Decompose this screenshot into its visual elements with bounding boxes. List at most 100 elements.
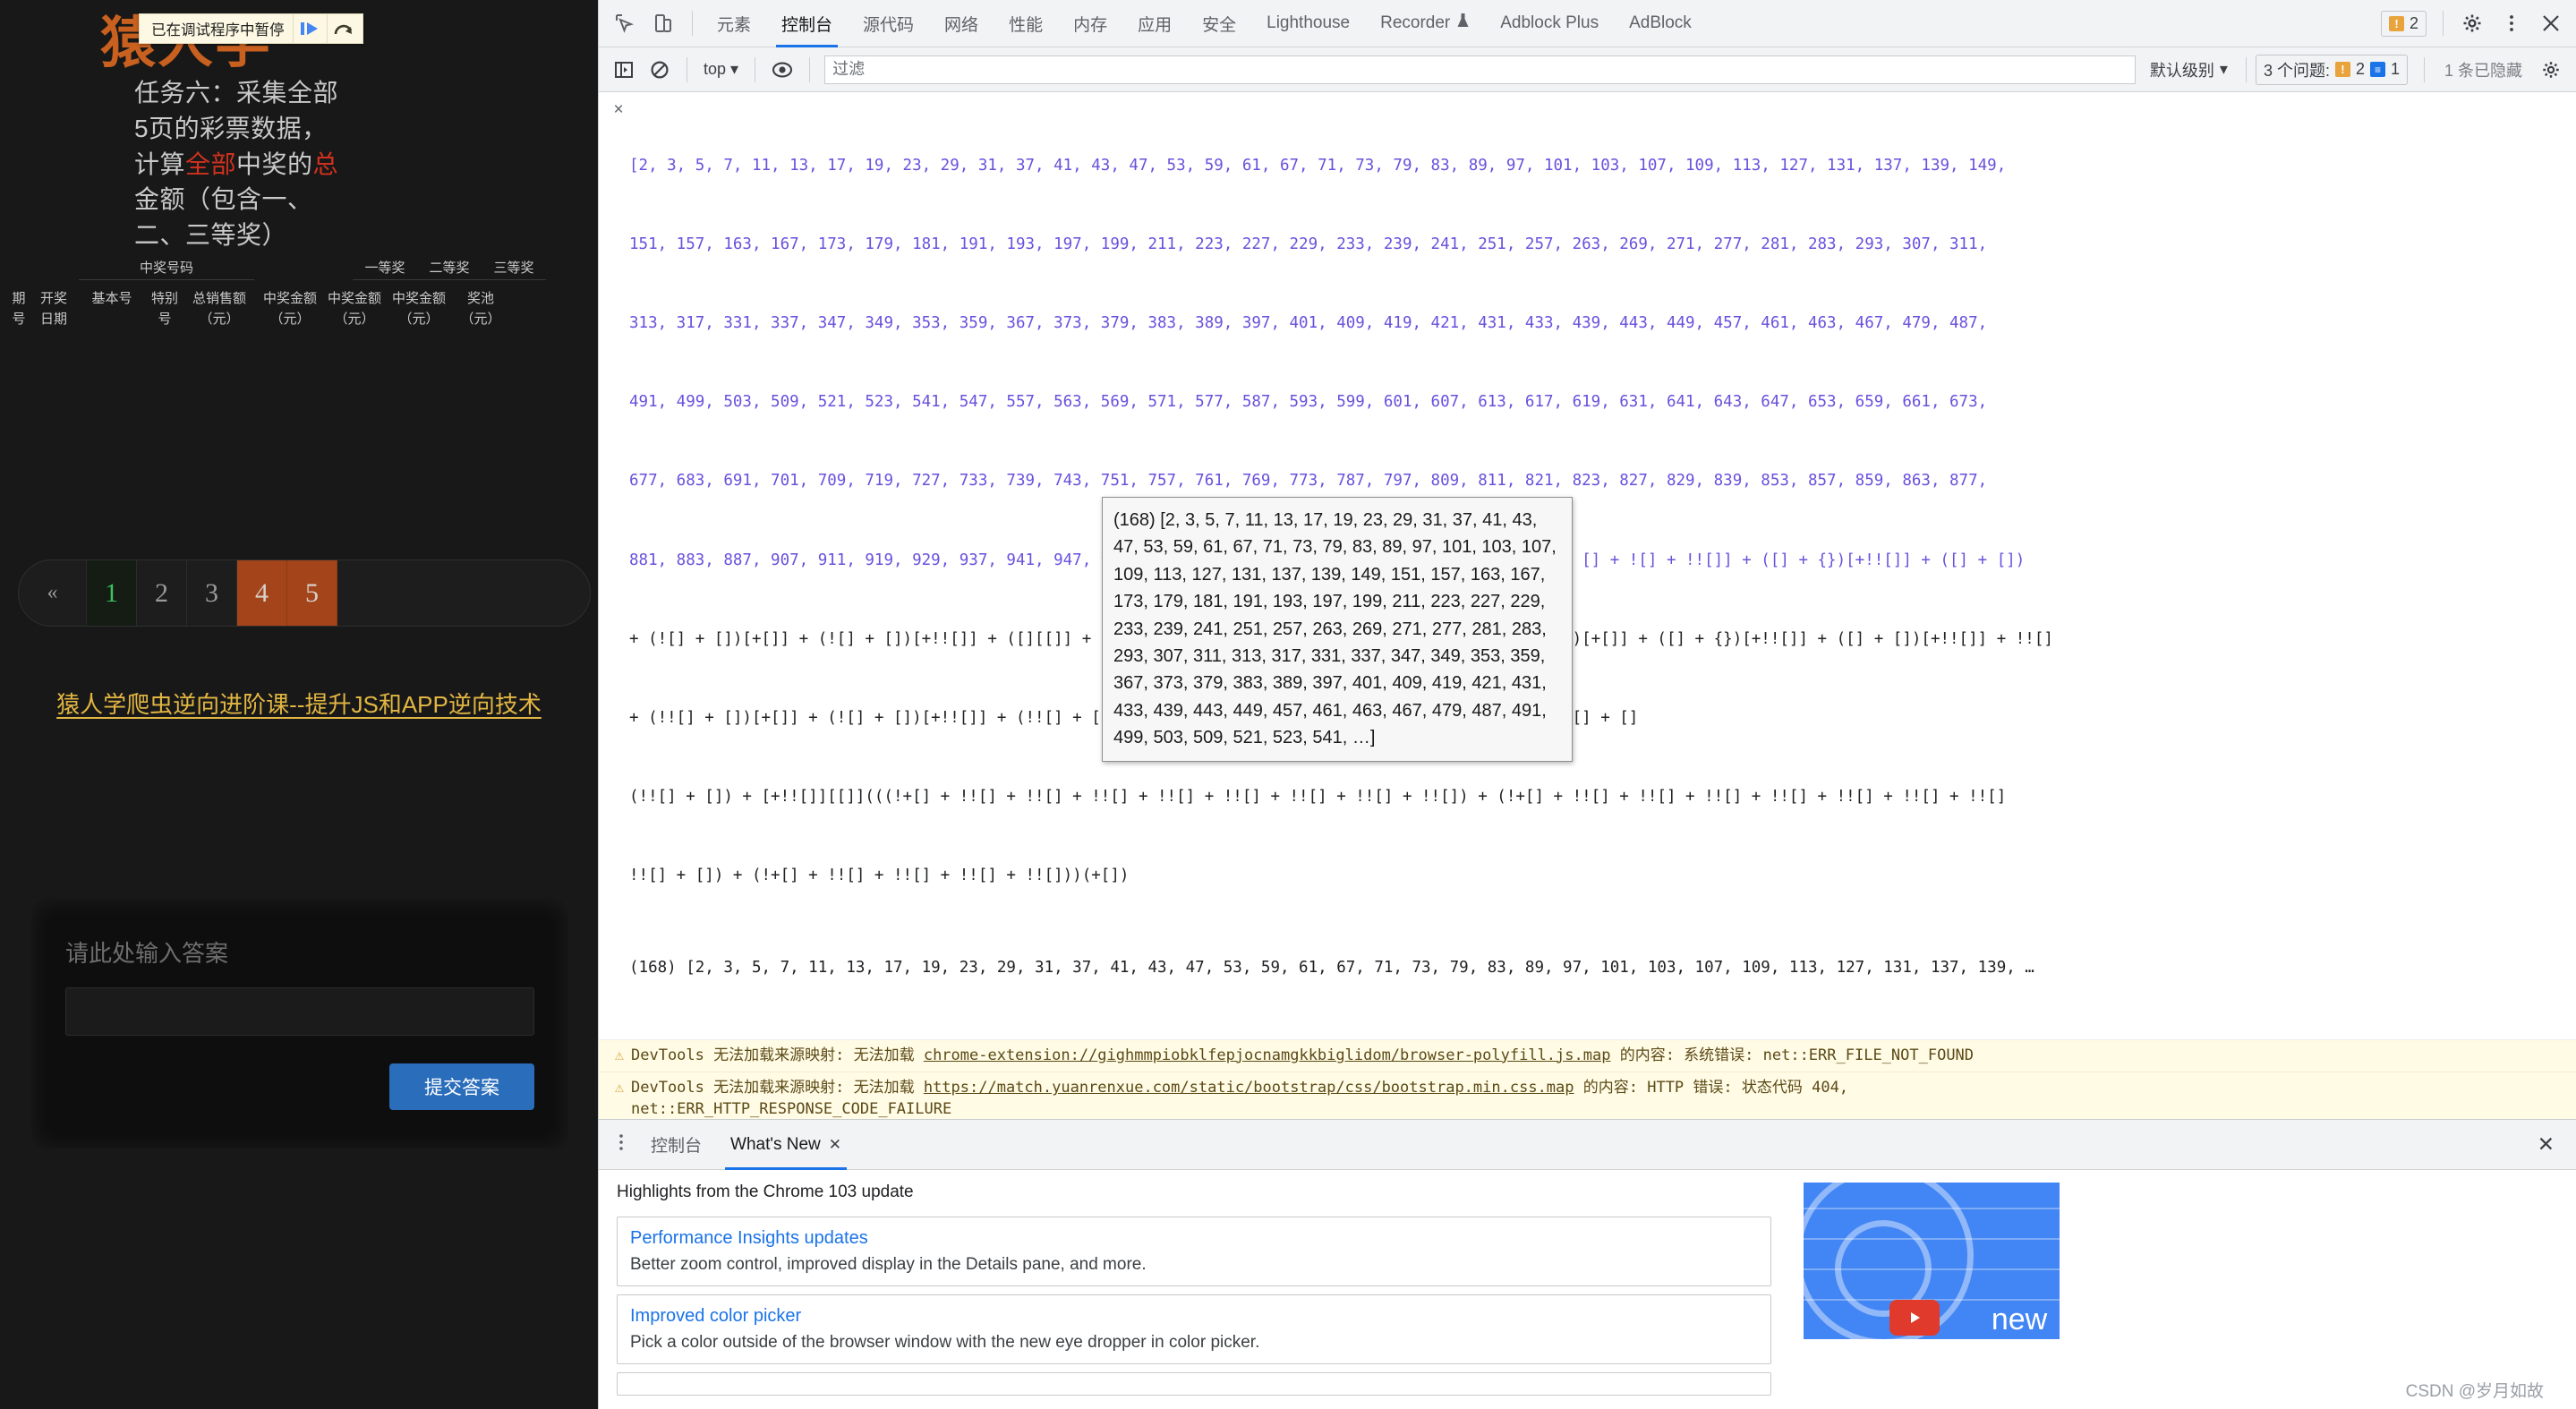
task-line-4: 金额（包含一、 [134,185,313,213]
whats-new-card[interactable] [617,1372,1771,1396]
pagination-page-1[interactable]: 1 [87,559,137,627]
tab-lighthouse[interactable]: Lighthouse [1251,0,1365,47]
whats-new-list: Highlights from the Chrome 103 update Pe… [617,1183,1771,1409]
issues-counter-button[interactable]: ! 2 [2381,11,2427,37]
col-group-third-prize: 三等奖 [482,258,546,280]
lottery-table-header: 中奖号码 一等奖 二等奖 三等奖 期号 开奖日期 基本号 特别号 总销售额（元）… [0,257,598,329]
tab-adblock-plus[interactable]: Adblock Plus [1485,0,1614,47]
course-promo-link[interactable]: 猿人学爬虫逆向进阶课--提升JS和APP逆向技术 [25,687,573,722]
tab-security[interactable]: 安全 [1187,0,1251,47]
tab-performance[interactable]: 性能 [994,0,1058,47]
tab-sources[interactable]: 源代码 [848,0,929,47]
whats-new-heading: Highlights from the Chrome 103 update [617,1183,1771,1202]
pagination-page-4[interactable]: 4 [237,559,287,627]
pagination: « 1 2 3 4 5 [18,559,591,627]
tab-recorder-label: Recorder [1380,13,1450,33]
hidden-messages-note: 1 条已隐藏 [2434,58,2533,81]
col-special-number: 特别号 [149,289,181,329]
console-filter-input[interactable] [824,56,2136,84]
submit-answer-button[interactable]: 提交答案 [389,1063,534,1110]
pagination-page-5[interactable]: 5 [287,559,337,627]
whats-new-video-label: new [1992,1302,2047,1337]
col-group-second-prize: 二等奖 [417,258,482,280]
kebab-menu-icon[interactable] [606,1132,636,1157]
task-line-2: 5页的彩票数据， [134,115,328,142]
expr-line: (!![] + []) + [+!![]][[]](((!+[] + !![] … [629,784,2053,810]
whats-new-card[interactable]: Performance Insights updates Better zoom… [617,1217,1771,1286]
answer-input[interactable] [65,987,534,1036]
kebab-menu-icon[interactable] [2492,4,2531,43]
devtools-tab-list: 元素 控制台 源代码 网络 性能 内存 应用 安全 Lighthouse Rec… [702,0,1707,47]
whats-new-card-desc: Better zoom control, improved display in… [630,1255,1758,1275]
live-expression-icon[interactable] [764,52,800,88]
answer-prompt-label: 请此处输入答案 [65,935,228,969]
col-total-sales: 总销售额（元） [181,289,258,329]
console-result-line: (168) [2, 3, 5, 7, 11, 13, 17, 19, 23, 2… [629,955,2053,981]
col-prize2-amount: 中奖金额（元） [322,289,387,329]
device-toolbar-icon[interactable] [644,4,683,43]
array-value-tooltip: (168) [2, 3, 5, 7, 11, 13, 17, 19, 23, 2… [1102,497,1573,762]
col-prize1-amount: 中奖金额（元） [258,289,322,329]
filter-divider-4 [2246,57,2247,82]
task-line-3a: 计算 [134,150,185,178]
log-level-value: 默认级别 [2150,58,2214,81]
task-line-1: 任务六：采集全部 [134,79,338,107]
console-warning-row[interactable]: ⚠ DevTools 无法加载来源映射: 无法加载 https://match.… [599,1072,2576,1119]
task-highlight-total: 总 [313,150,339,178]
resume-script-icon[interactable] [293,14,327,43]
tab-elements[interactable]: 元素 [702,0,766,47]
warning-icon: ! [2389,16,2404,31]
whats-new-video-thumbnail[interactable]: new [1804,1183,2060,1339]
drawer-tab-console[interactable]: 控制台 [636,1120,716,1170]
step-over-icon[interactable] [327,14,361,43]
console-output[interactable]: × [2, 3, 5, 7, 11, 13, 17, 19, 23, 29, 3… [599,92,2576,1119]
watermark: CSDN @岁月如故 [2406,1378,2544,1402]
console-sidebar-icon[interactable] [606,52,642,88]
whats-new-card-title[interactable]: Improved color picker [630,1306,1758,1327]
task-line-5: 二、三等奖） [134,221,287,249]
gear-icon[interactable] [2533,52,2569,88]
tab-application[interactable]: 应用 [1122,0,1187,47]
pagination-page-3[interactable]: 3 [187,559,237,627]
col-basic-numbers: 基本号 [75,289,149,329]
drawer-tab-bar: 控制台 What's New ✕ ✕ [599,1120,2576,1170]
whats-new-card-title[interactable]: Performance Insights updates [630,1228,1758,1249]
array-line: 313, 317, 331, 337, 347, 349, 353, 359, … [629,311,2053,337]
array-line: 677, 683, 691, 701, 709, 719, 727, 733, … [629,468,2053,494]
drawer-tab-whats-new[interactable]: What's New ✕ [716,1120,856,1170]
warning-url[interactable]: https://match.yuanrenxue.com/static/boot… [924,1079,1574,1097]
log-level-select[interactable]: 默认级别 ▾ [2141,58,2237,81]
col-issue-no: 期号 [5,289,32,329]
inspect-element-icon[interactable] [604,4,644,43]
clear-console-icon[interactable] [642,52,678,88]
gear-icon[interactable] [2452,4,2492,43]
tab-console[interactable]: 控制台 [766,0,848,47]
col-prize-pool: 奖池（元） [451,289,510,329]
issues-count-label: 2 [2410,14,2418,33]
pagination-prev[interactable]: « [19,559,87,627]
col-group-winning-numbers: 中奖号码 [79,258,254,280]
close-icon[interactable]: × [608,100,629,1034]
tab-recorder[interactable]: Recorder [1365,0,1485,47]
tab-memory[interactable]: 内存 [1058,0,1122,47]
issues-info-count: 1 [2391,60,2400,79]
close-icon[interactable]: ✕ [829,1136,841,1154]
warning-url[interactable]: chrome-extension://gighmmpiobklfepjocnam… [924,1046,1611,1064]
console-warning-row[interactable]: ⚠ DevTools 无法加载来源映射: 无法加载 chrome-extensi… [599,1040,2576,1072]
pagination-page-2[interactable]: 2 [137,559,187,627]
drawer-close-button[interactable]: ✕ [2523,1132,2569,1157]
whats-new-body: Highlights from the Chrome 103 update Pe… [599,1170,2576,1409]
array-line: 151, 157, 163, 167, 173, 179, 181, 191, … [629,232,2053,258]
tab-adblock[interactable]: AdBlock [1614,0,1707,47]
whats-new-card[interactable]: Improved color picker Pick a color outsi… [617,1294,1771,1364]
issues-warn-count: 2 [2356,60,2365,79]
issues-summary-button[interactable]: 3 个问题: ! 2 ≡ 1 [2256,55,2408,85]
play-icon[interactable] [1889,1300,1940,1336]
tab-network[interactable]: 网络 [929,0,994,47]
chevron-down-icon: ▾ [2220,60,2228,79]
flask-icon [1456,13,1470,34]
whats-new-card-desc: Pick a color outside of the browser wind… [630,1333,1758,1353]
execution-context-select[interactable]: top ▾ [696,60,746,79]
close-icon[interactable] [2531,4,2571,43]
warning-text: DevTools 无法加载来源映射: 无法加载 https://match.yu… [631,1078,1848,1119]
